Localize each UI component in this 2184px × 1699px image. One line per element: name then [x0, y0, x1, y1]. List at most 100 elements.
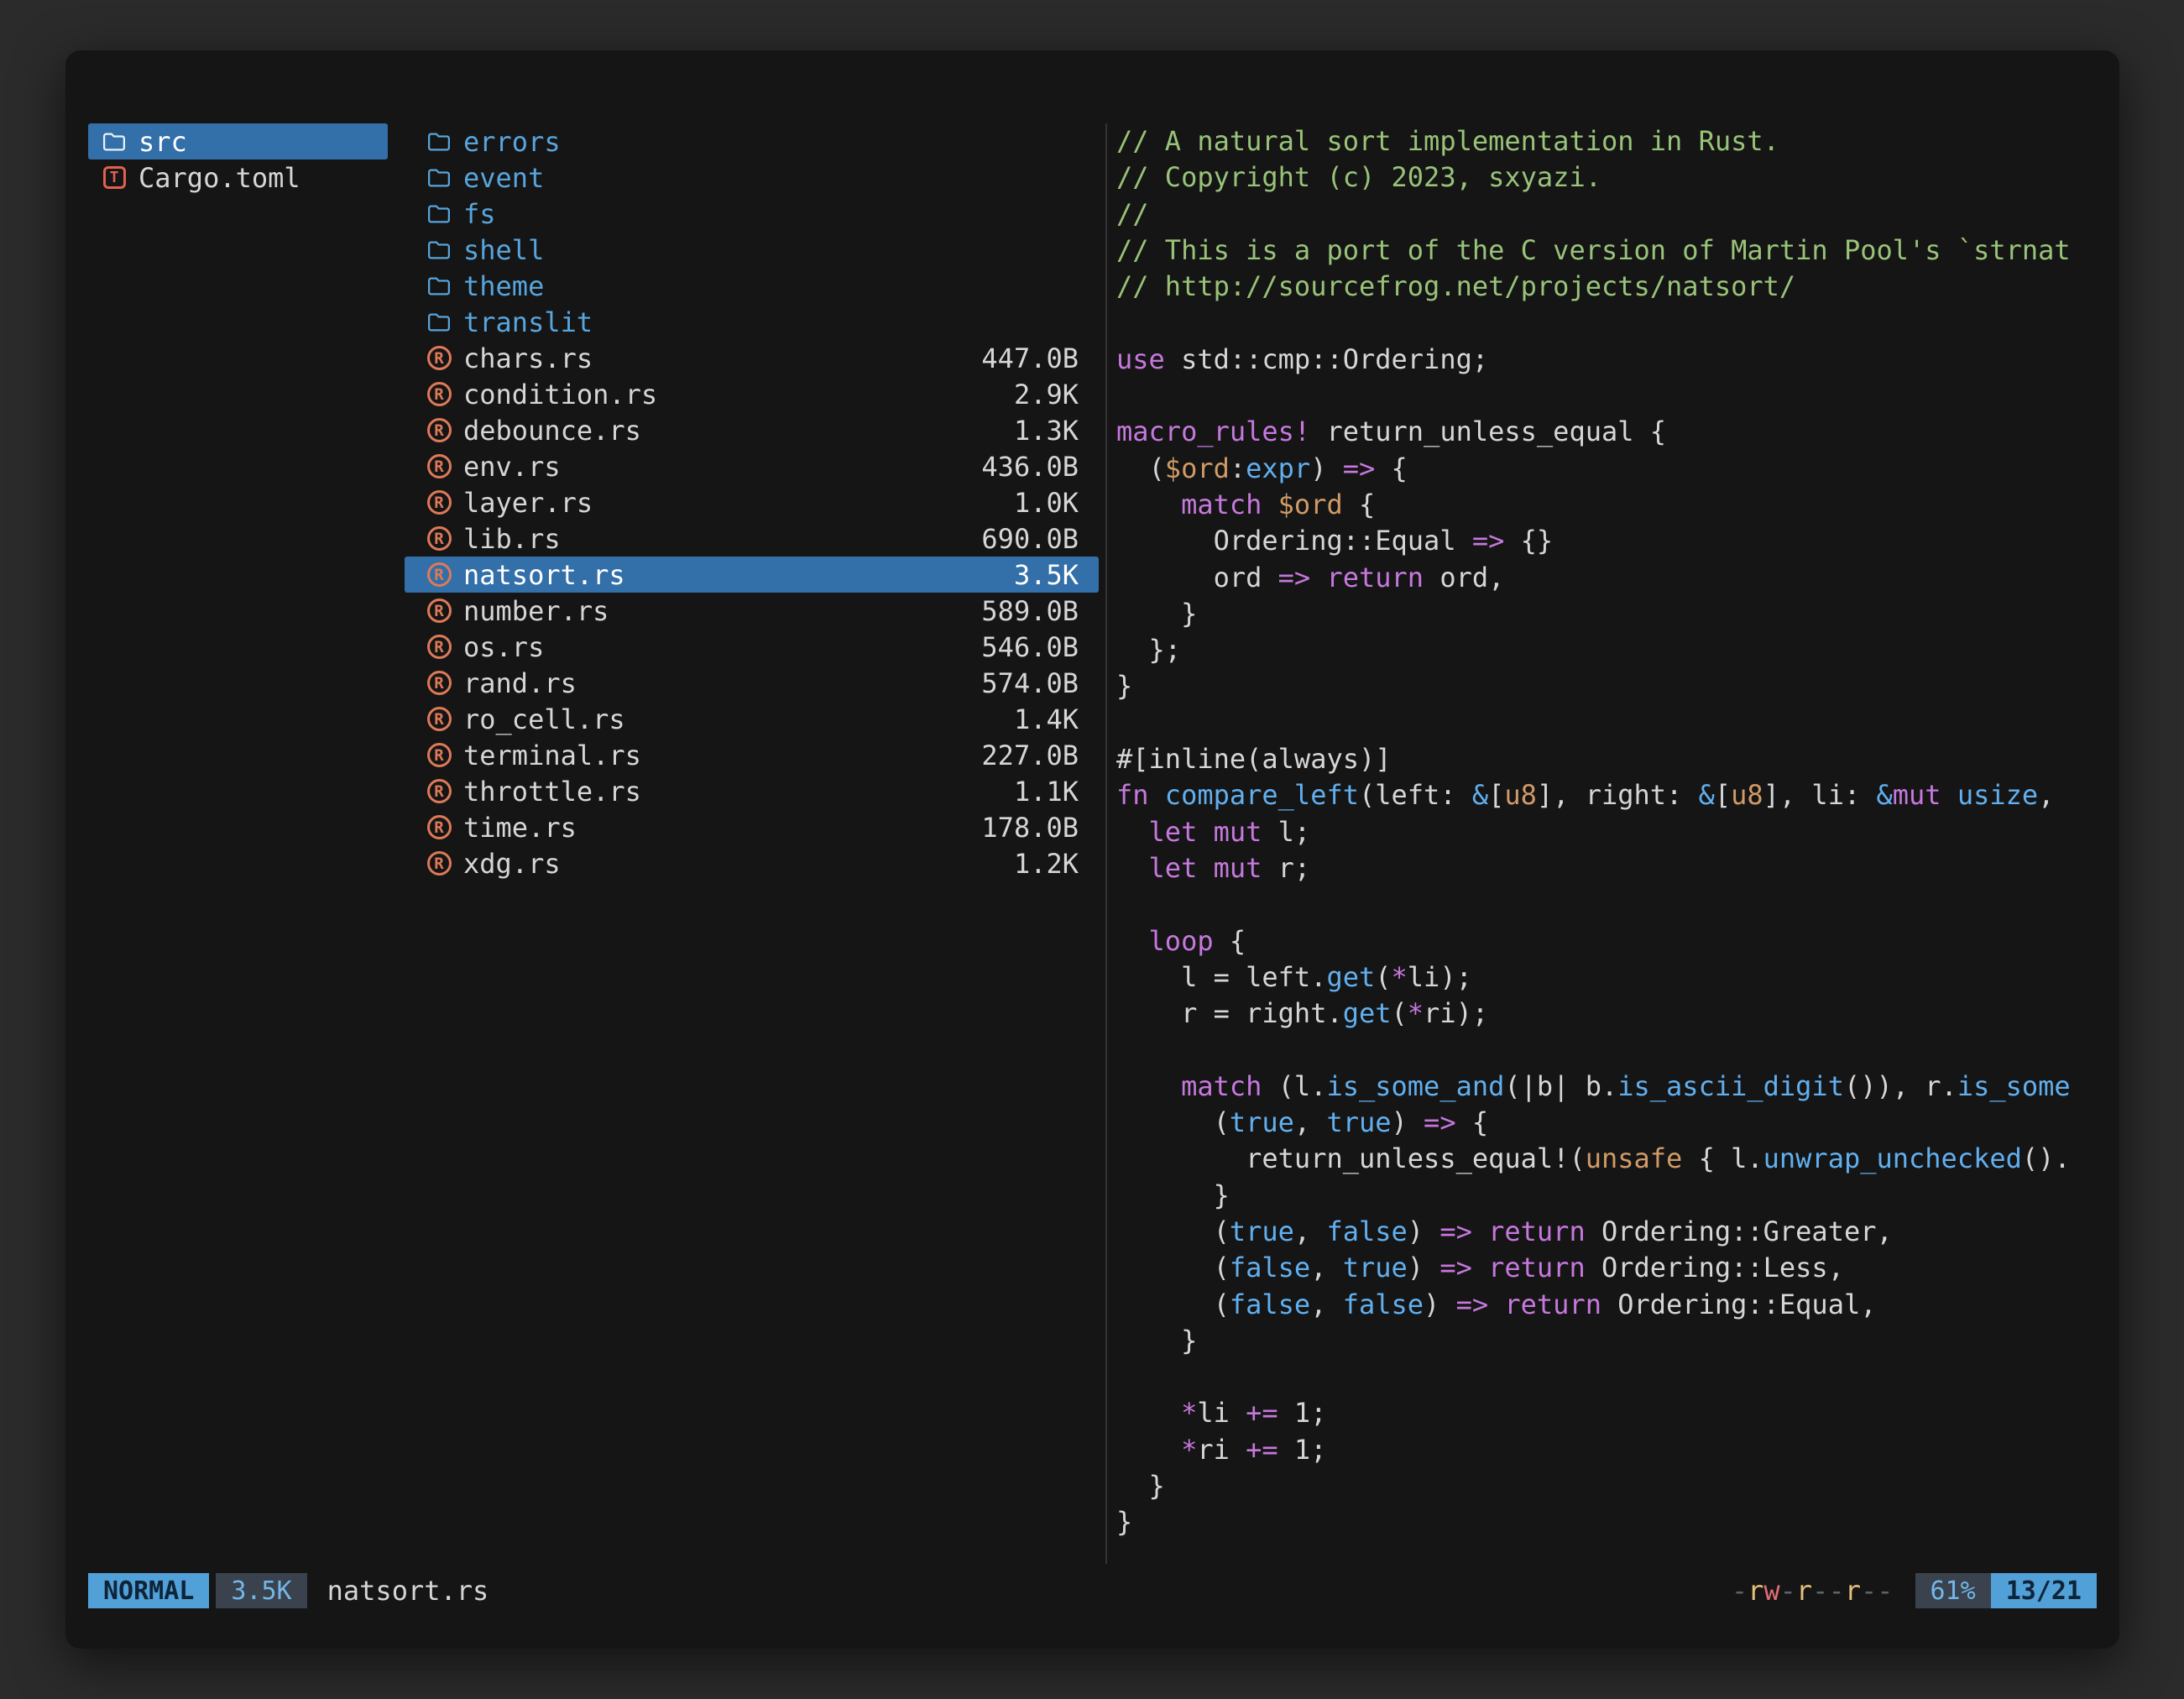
dir-row[interactable]: fs	[405, 196, 1099, 232]
code-line: (true, true) => {	[1116, 1105, 2115, 1141]
code-line: let mut r;	[1116, 850, 2115, 886]
file-row[interactable]: Rlayer.rs1.0K	[405, 484, 1099, 520]
item-size: 447.0B	[981, 342, 1079, 374]
rust-file-icon: R	[425, 489, 453, 517]
code-line: l = left.get(*li);	[1116, 959, 2115, 996]
dir-row[interactable]: translit	[405, 304, 1099, 340]
rust-file-icon: R	[425, 597, 453, 625]
rust-file-icon: R	[425, 777, 453, 806]
item-label: theme	[463, 270, 544, 302]
file-row[interactable]: Ros.rs 546.0B	[405, 629, 1099, 665]
item-size: 589.0B	[981, 595, 1079, 627]
code-line: ord => return ord,	[1116, 560, 2115, 596]
terminal-window: srcTCargo.toml errorseventfsshell theme tr…	[65, 50, 2119, 1649]
status-bar: NORMAL 3.5K natsort.rs -rw-r--r-- 61% 13…	[88, 1573, 2097, 1608]
code-line: *li += 1;	[1116, 1395, 2115, 1431]
rust-file-icon: R	[425, 633, 453, 661]
item-size: 1.2K	[1014, 848, 1079, 880]
code-line: (false, false) => return Ordering::Equal…	[1116, 1287, 2115, 1323]
status-right-group: -rw-r--r-- 61% 13/21	[1732, 1573, 2097, 1608]
preview-pane: // A natural sort implementation in Rust…	[1116, 123, 2115, 1541]
current-pane: errorseventfsshell theme translitRchars.rs…	[405, 123, 1099, 881]
item-size: 546.0B	[981, 631, 1079, 663]
item-label: time.rs	[463, 812, 577, 844]
item-size: 436.0B	[981, 451, 1079, 483]
dir-row[interactable]: event	[405, 159, 1099, 196]
item-label: lib.rs	[463, 523, 561, 555]
code-line: }	[1116, 668, 2115, 704]
file-row[interactable]: Rnumber.rs 589.0B	[405, 593, 1099, 629]
file-row[interactable]: Rtime.rs178.0B	[405, 809, 1099, 845]
item-size: 574.0B	[981, 667, 1079, 699]
file-row[interactable]: Rcondition.rs2.9K	[405, 376, 1099, 412]
file-row[interactable]: Rnatsort.rs 3.5K	[405, 557, 1099, 593]
item-label: shell	[463, 234, 544, 266]
file-row[interactable]: Rchars.rs447.0B	[405, 340, 1099, 376]
file-row[interactable]: Rterminal.rs227.0B	[405, 737, 1099, 773]
dir-row[interactable]: theme	[405, 268, 1099, 304]
item-size: 227.0B	[981, 740, 1079, 771]
file-row[interactable]: Rro_cell.rs1.4K	[405, 701, 1099, 737]
file-row[interactable]: Rlib.rs 690.0B	[405, 520, 1099, 557]
status-file-name: natsort.rs	[327, 1575, 489, 1607]
code-line: #[inline(always)]	[1116, 741, 2115, 777]
code-line: // http://sourcefrog.net/projects/natsor…	[1116, 269, 2115, 305]
code-line: loop {	[1116, 923, 2115, 959]
item-label: translit	[463, 306, 593, 338]
code-line: (false, true) => return Ordering::Less,	[1116, 1250, 2115, 1286]
item-label: ro_cell.rs	[463, 703, 625, 735]
pane-divider	[1105, 123, 1107, 1564]
item-size: 1.3K	[1014, 415, 1079, 447]
item-size: 1.1K	[1014, 776, 1079, 808]
item-label: Cargo.toml	[138, 162, 300, 194]
item-label: debounce.rs	[463, 415, 641, 447]
code-line: }	[1116, 1178, 2115, 1214]
rust-file-icon: R	[425, 705, 453, 734]
code-line: }	[1116, 1323, 2115, 1359]
item-label: natsort.rs	[463, 559, 625, 591]
rust-file-icon: R	[425, 380, 453, 409]
folder-icon	[425, 236, 453, 264]
folder-icon	[425, 128, 453, 156]
code-line	[1116, 378, 2115, 414]
file-row[interactable]: Rthrottle.rs 1.1K	[405, 773, 1099, 809]
item-label: rand.rs	[463, 667, 577, 699]
file-row[interactable]: Renv.rs436.0B	[405, 448, 1099, 484]
item-label: os.rs	[463, 631, 544, 663]
dir-row[interactable]: errors	[405, 123, 1099, 159]
rust-file-icon: R	[425, 416, 453, 445]
file-size-badge: 3.5K	[216, 1573, 306, 1608]
dir-row[interactable]: src	[88, 123, 388, 159]
file-row[interactable]: Rdebounce.rs 1.3K	[405, 412, 1099, 448]
item-label: src	[138, 126, 187, 158]
code-line	[1116, 1032, 2115, 1068]
code-line: Ordering::Equal => {}	[1116, 523, 2115, 559]
rust-file-icon: R	[425, 561, 453, 589]
code-line: use std::cmp::Ordering;	[1116, 342, 2115, 378]
code-line	[1116, 305, 2115, 341]
item-label: errors	[463, 126, 561, 158]
item-label: throttle.rs	[463, 776, 641, 808]
code-line: // Copyright (c) 2023, sxyazi.	[1116, 159, 2115, 196]
rust-file-icon: R	[425, 813, 453, 842]
mode-badge: NORMAL	[88, 1573, 209, 1608]
file-row[interactable]: Rrand.rs 574.0B	[405, 665, 1099, 701]
item-label: layer.rs	[463, 487, 593, 519]
code-line: macro_rules! return_unless_equal {	[1116, 414, 2115, 450]
code-line: (true, false) => return Ordering::Greate…	[1116, 1214, 2115, 1250]
item-label: condition.rs	[463, 379, 657, 410]
permissions: -rw-r--r--	[1732, 1575, 1894, 1607]
rust-file-icon: R	[425, 669, 453, 698]
file-row[interactable]: Rxdg.rs1.2K	[405, 845, 1099, 881]
code-line: return_unless_equal!(unsafe { l.unwrap_u…	[1116, 1141, 2115, 1177]
code-line: ($ord:expr) => {	[1116, 451, 2115, 487]
code-line: }	[1116, 1504, 2115, 1540]
folder-icon	[425, 272, 453, 301]
rust-file-icon: R	[425, 741, 453, 770]
item-label: number.rs	[463, 595, 609, 627]
file-row[interactable]: TCargo.toml	[88, 159, 388, 196]
dir-row[interactable]: shell	[405, 232, 1099, 268]
item-size: 690.0B	[981, 523, 1079, 555]
rust-file-icon: R	[425, 525, 453, 553]
item-size: 3.5K	[1014, 559, 1079, 591]
